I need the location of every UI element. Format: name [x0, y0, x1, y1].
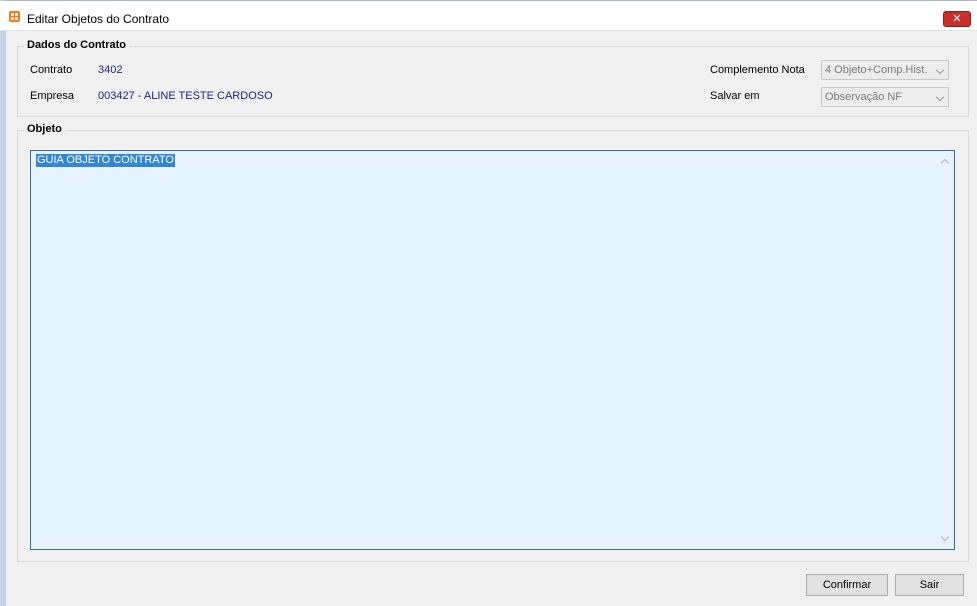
close-icon: ✕ — [952, 12, 962, 25]
complemento-nota-select[interactable]: 4 Objeto+Comp.Hist. — [821, 60, 949, 80]
confirm-button[interactable]: Confirmar — [806, 574, 888, 596]
exit-button[interactable]: Sair — [895, 574, 964, 596]
exit-button-label: Sair — [919, 579, 940, 591]
empresa-label: Empresa — [30, 90, 75, 102]
salvar-em-value: Observação NF — [825, 91, 903, 103]
chevron-up-icon[interactable] — [940, 158, 950, 168]
objeto-legend: Objeto — [24, 123, 65, 135]
contrato-label: Contrato — [30, 64, 73, 76]
objeto-text: GUIA OBJETO CONTRATO — [36, 154, 175, 167]
chevron-down-icon — [935, 65, 945, 75]
window-title: Editar Objetos do Contrato — [27, 12, 170, 26]
complemento-nota-value: 4 Objeto+Comp.Hist. — [825, 64, 928, 76]
close-button[interactable]: ✕ — [943, 11, 971, 27]
title-bar[interactable]: Editar Objetos do Contrato ✕ — [0, 1, 977, 31]
objeto-textarea[interactable]: GUIA OBJETO CONTRATO — [30, 150, 955, 550]
salvar-em-label: Salvar em — [710, 90, 760, 102]
contrato-value: 3402 — [98, 64, 123, 76]
empresa-value: 003427 - ALINE TESTE CARDOSO — [98, 90, 273, 102]
confirm-button-label: Confirmar — [822, 579, 872, 591]
app-icon — [9, 11, 20, 22]
dados-contrato-legend: Dados do Contrato — [24, 39, 129, 51]
salvar-em-select[interactable]: Observação NF — [821, 87, 949, 107]
dialog-window: Editar Objetos do Contrato ✕ Dados do Co… — [0, 0, 977, 606]
chevron-down-icon[interactable] — [940, 532, 950, 542]
chevron-down-icon — [935, 92, 945, 102]
complemento-nota-label: Complemento Nota — [710, 64, 805, 76]
